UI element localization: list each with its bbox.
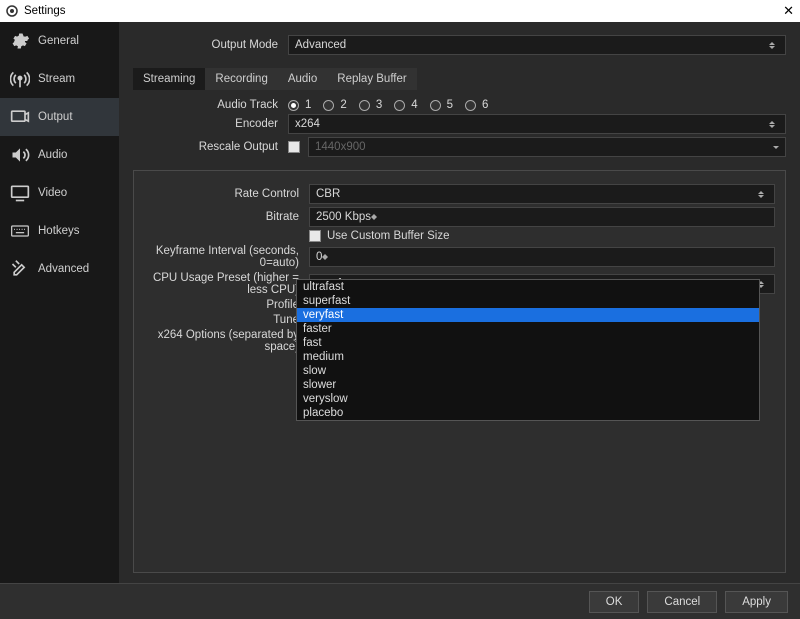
broadcast-icon xyxy=(10,69,30,89)
sidebar: General Stream Output Audio Video Hotkey… xyxy=(0,22,119,583)
bitrate-value: 2500 Kbps xyxy=(316,211,371,223)
encoder-select[interactable]: x264 xyxy=(288,114,786,134)
audio-track-radio-3[interactable] xyxy=(359,100,370,111)
app-icon xyxy=(6,5,18,17)
keyframe-input[interactable]: 0 xyxy=(309,247,775,267)
audio-track-label: Audio Track xyxy=(133,99,288,111)
custom-buffer-label: Use Custom Buffer Size xyxy=(327,230,450,242)
tab-streaming[interactable]: Streaming xyxy=(133,68,205,90)
bitrate-input[interactable]: 2500 Kbps xyxy=(309,207,775,227)
sidebar-item-video[interactable]: Video xyxy=(0,174,119,212)
window-title: Settings xyxy=(24,5,66,17)
audio-track-radio-1[interactable] xyxy=(288,100,299,111)
keyboard-icon xyxy=(10,221,30,241)
sidebar-item-label: Stream xyxy=(38,73,75,85)
keyframe-label: Keyframe Interval (seconds, 0=auto) xyxy=(144,245,309,269)
audio-track-radio-label: 1 xyxy=(305,99,311,111)
output-tabs: Streaming Recording Audio Replay Buffer xyxy=(133,68,786,90)
speaker-icon xyxy=(10,145,30,165)
cancel-button[interactable]: Cancel xyxy=(647,591,717,613)
dialog-footer: OK Cancel Apply xyxy=(0,583,800,619)
streaming-pane: Audio Track 1 2 3 4 5 6 Encoder x264 xyxy=(133,96,786,160)
encoder-label: Encoder xyxy=(133,118,288,130)
audio-track-radio-4[interactable] xyxy=(394,100,405,111)
dropdown-option[interactable]: ultrafast xyxy=(297,280,759,294)
tools-icon xyxy=(10,259,30,279)
sidebar-item-label: Advanced xyxy=(38,263,89,275)
rescale-value: 1440x900 xyxy=(315,141,366,153)
sidebar-item-label: Video xyxy=(38,187,67,199)
sidebar-item-stream[interactable]: Stream xyxy=(0,60,119,98)
rate-control-label: Rate Control xyxy=(144,188,309,200)
audio-track-radio-label: 4 xyxy=(411,99,417,111)
output-icon xyxy=(10,107,30,127)
sidebar-item-audio[interactable]: Audio xyxy=(0,136,119,174)
sidebar-item-hotkeys[interactable]: Hotkeys xyxy=(0,212,119,250)
dropdown-option[interactable]: fast xyxy=(297,336,759,350)
tab-audio[interactable]: Audio xyxy=(278,68,327,90)
rate-control-value: CBR xyxy=(316,188,340,200)
sidebar-item-label: Audio xyxy=(38,149,67,161)
encoder-value: x264 xyxy=(295,118,320,130)
rescale-label: Rescale Output xyxy=(133,141,288,153)
sidebar-item-output[interactable]: Output xyxy=(0,98,119,136)
custom-buffer-checkbox[interactable] xyxy=(309,230,321,242)
audio-track-radio-group: 1 2 3 4 5 6 xyxy=(288,99,494,111)
audio-track-radio-2[interactable] xyxy=(323,100,334,111)
dropdown-option[interactable]: slow xyxy=(297,364,759,378)
rescale-value-select[interactable]: 1440x900 xyxy=(308,137,786,157)
sidebar-item-label: Hotkeys xyxy=(38,225,80,237)
audio-track-radio-label: 5 xyxy=(447,99,453,111)
sidebar-item-general[interactable]: General xyxy=(0,22,119,60)
x264-options-label: x264 Options (separated by space) xyxy=(144,329,309,353)
gear-icon xyxy=(10,31,30,51)
tab-replay-buffer[interactable]: Replay Buffer xyxy=(327,68,416,90)
dropdown-option[interactable]: medium xyxy=(297,350,759,364)
rescale-checkbox[interactable] xyxy=(288,141,300,153)
sidebar-item-label: General xyxy=(38,35,79,47)
sidebar-item-label: Output xyxy=(38,111,73,123)
dropdown-option[interactable]: superfast xyxy=(297,294,759,308)
audio-track-radio-label: 6 xyxy=(482,99,488,111)
ok-button[interactable]: OK xyxy=(589,591,640,613)
dropdown-option[interactable]: veryfast xyxy=(297,308,759,322)
sidebar-item-advanced[interactable]: Advanced xyxy=(0,250,119,288)
audio-track-radio-label: 3 xyxy=(376,99,382,111)
audio-track-radio-label: 2 xyxy=(340,99,346,111)
dropdown-option[interactable]: placebo xyxy=(297,406,759,420)
dropdown-option[interactable]: faster xyxy=(297,322,759,336)
monitor-icon xyxy=(10,183,30,203)
rate-control-select[interactable]: CBR xyxy=(309,184,775,204)
audio-track-radio-6[interactable] xyxy=(465,100,476,111)
tab-recording[interactable]: Recording xyxy=(205,68,277,90)
titlebar: Settings ✕ xyxy=(0,0,800,22)
cpu-preset-label: CPU Usage Preset (higher = less CPU) xyxy=(144,272,309,296)
profile-label: Profile xyxy=(144,299,309,311)
apply-button[interactable]: Apply xyxy=(725,591,788,613)
audio-track-radio-5[interactable] xyxy=(430,100,441,111)
output-mode-label: Output Mode xyxy=(133,39,288,51)
tune-label: Tune xyxy=(144,314,309,326)
dropdown-option[interactable]: slower xyxy=(297,378,759,392)
close-icon[interactable]: ✕ xyxy=(783,3,794,19)
cpu-preset-dropdown[interactable]: ultrafast superfast veryfast faster fast… xyxy=(296,279,760,421)
dropdown-option[interactable]: veryslow xyxy=(297,392,759,406)
output-mode-value: Advanced xyxy=(295,39,346,51)
output-mode-select[interactable]: Advanced xyxy=(288,35,786,55)
bitrate-label: Bitrate xyxy=(144,211,309,223)
